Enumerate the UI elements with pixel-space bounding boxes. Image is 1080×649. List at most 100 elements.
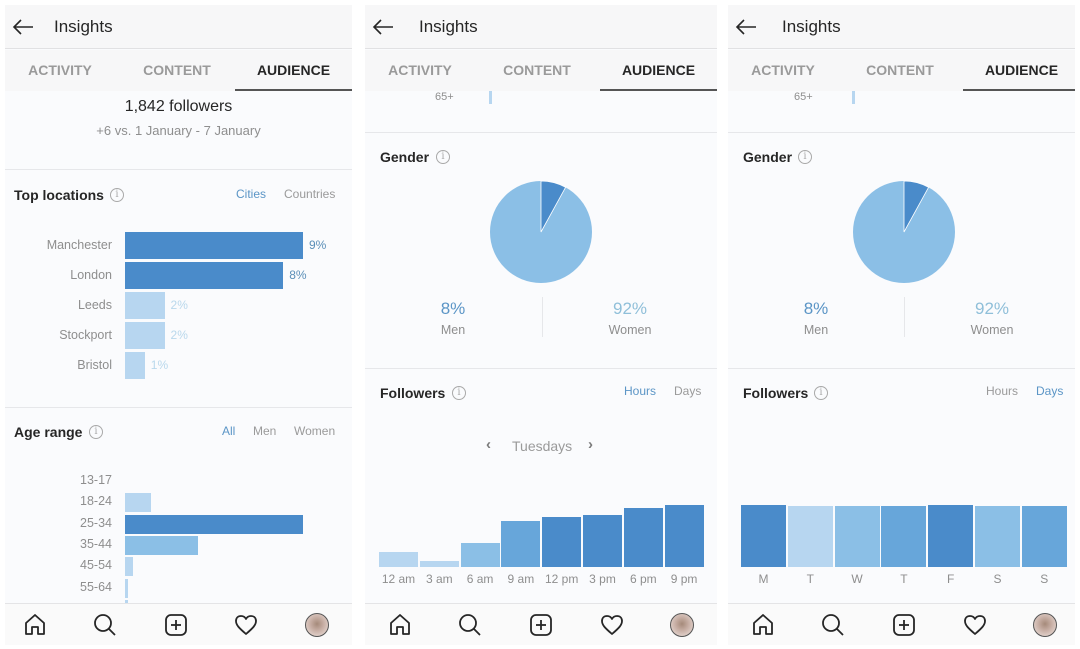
hours-label: 9 pm [670,572,698,586]
women-percent: 92% [612,299,648,318]
days-bar [928,505,974,567]
audience-content: 65+ Gender i 8% Men 92% Women Followers … [728,91,1075,603]
location-bar [125,352,145,379]
info-icon[interactable]: i [798,150,812,164]
hours-bar [623,508,663,567]
info-icon[interactable]: i [89,425,103,439]
filter-hours[interactable]: Hours [986,384,1018,398]
location-bar [125,322,165,349]
new-post-tab[interactable] [163,612,189,638]
age-bar [125,493,152,513]
chevron-right-icon[interactable]: › [588,436,593,453]
new-post-tab[interactable] [891,612,917,638]
home-tab[interactable] [22,612,48,638]
age-label: 35-44 [80,536,112,551]
heart-tab[interactable] [599,612,625,638]
gender-separator [904,297,905,337]
chevron-left-icon[interactable]: ‹ [486,436,491,453]
app-header: Insights [5,5,352,49]
hours-label: 12 pm [545,572,579,586]
filter-countries[interactable]: Countries [284,187,335,201]
age-bar-65plus [852,91,855,104]
tab-content[interactable]: CONTENT [482,50,592,91]
app-header: Insights [365,5,717,49]
days-label: W [851,572,863,586]
hours-bar [419,561,459,567]
page-title: Insights [419,17,478,36]
hours-bar [583,515,622,567]
arrow-left-icon[interactable] [734,17,758,37]
gender-pie-chart [853,180,955,283]
home-tab[interactable] [387,612,413,638]
hours-bar [379,552,418,567]
new-post-icon [893,614,915,636]
search-tab[interactable] [457,612,483,638]
filter-all[interactable]: All [222,424,235,438]
info-icon[interactable]: i [436,150,450,164]
days-label: T [806,572,814,586]
heart-tab[interactable] [233,612,259,638]
age-label-65plus: 65+ [435,91,454,103]
hours-label: 9 am [507,572,535,586]
hours-label: 6 am [466,572,494,586]
tab-audience[interactable]: AUDIENCE [235,50,352,91]
filter-days[interactable]: Days [1036,384,1063,398]
days-label: M [758,572,769,586]
days-label: S [993,572,1002,586]
profile-avatar[interactable] [305,613,329,637]
insights-screen-audience-overview: Insights ACTIVITY CONTENT AUDIENCE 1,842… [5,5,352,645]
heart-icon [235,615,257,635]
hours-bar [542,517,582,567]
location-value: 8% [289,268,307,282]
info-icon[interactable]: i [814,386,828,400]
location-value: 2% [170,328,188,342]
search-icon [822,614,844,636]
filter-cities[interactable]: Cities [236,187,266,201]
hours-label: 12 am [381,572,416,586]
divider [365,132,717,133]
location-value: 9% [309,238,327,252]
location-label: Leeds [77,298,112,312]
followers-title: Followers [380,385,446,401]
filter-men[interactable]: Men [253,424,276,438]
filter-women[interactable]: Women [294,424,335,438]
tab-audience[interactable]: AUDIENCE [600,50,717,91]
search-tab[interactable] [92,612,118,638]
tab-content[interactable]: CONTENT [845,50,955,91]
day-selector: Tuesdays [512,438,573,454]
hours-bar [664,505,704,567]
arrow-left-icon[interactable] [371,17,395,37]
profile-avatar[interactable] [1033,613,1057,637]
new-post-icon [165,614,187,636]
followers-title: Followers [743,385,809,401]
tab-audience[interactable]: AUDIENCE [963,50,1075,91]
women-label: Women [970,323,1014,337]
arrow-left-icon[interactable] [11,17,35,37]
filter-days[interactable]: Days [674,384,701,398]
women-percent: 92% [974,299,1010,318]
new-post-tab[interactable] [528,612,554,638]
men-percent: 8% [803,299,829,318]
days-label: S [1040,572,1049,586]
search-tab[interactable] [820,612,846,638]
hours-bar [501,521,541,567]
tab-activity[interactable]: ACTIVITY [5,50,115,91]
gender-separator [542,297,543,337]
filter-hours[interactable]: Hours [624,384,656,398]
days-bar [1021,505,1067,567]
bottom-nav [5,603,352,645]
tab-content[interactable]: CONTENT [122,50,232,91]
tab-activity[interactable]: ACTIVITY [365,50,475,91]
profile-avatar[interactable] [670,613,694,637]
location-value: 2% [170,298,188,312]
top-locations-title: Top locations [14,187,104,203]
tab-bar: ACTIVITY CONTENT AUDIENCE [5,50,352,91]
info-icon[interactable]: i [452,386,466,400]
info-icon[interactable]: i [110,188,124,202]
bottom-nav [728,603,1075,645]
tab-activity[interactable]: ACTIVITY [728,50,838,91]
home-tab[interactable] [750,612,776,638]
follower-change: +6 vs. 1 January - 7 January [96,123,261,138]
age-label: 55-64 [80,579,112,594]
heart-tab[interactable] [962,612,988,638]
